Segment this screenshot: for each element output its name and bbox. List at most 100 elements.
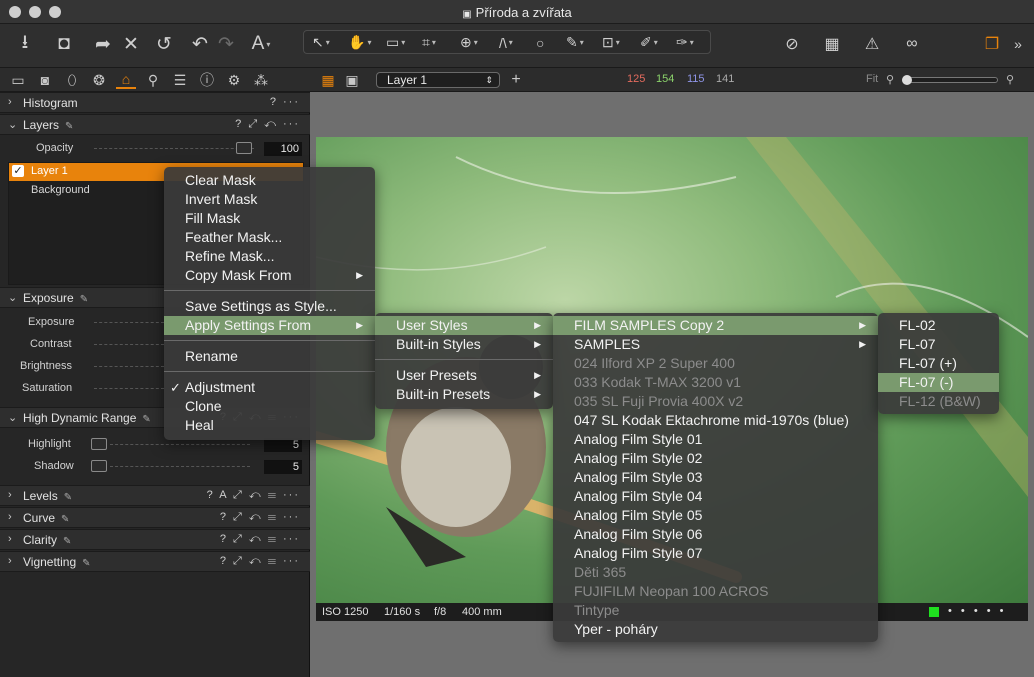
exposure-tab-icon[interactable]: ⌂ [116, 71, 136, 89]
pencil-icon[interactable]: ✎ [82, 558, 90, 569]
keystone-icon[interactable]: /\ ▾ [499, 32, 513, 53]
menu-item-style[interactable]: Analog Film Style 06 [553, 525, 878, 544]
rotate-icon[interactable]: ⊕ ▾ [460, 32, 478, 53]
settings-gear-icon[interactable]: ⚙ [224, 71, 244, 89]
single-view-icon[interactable]: ▣ [342, 71, 362, 89]
saturation-slider-track[interactable] [94, 388, 164, 389]
menu-item-copy-mask-from[interactable]: Copy Mask From ▶ [164, 266, 375, 285]
highlight-value[interactable]: 5 [264, 438, 302, 452]
redo-icon[interactable]: ↷ [212, 30, 240, 58]
pencil-icon[interactable]: ✎ [61, 514, 69, 525]
pencil-icon[interactable]: ✎ [65, 121, 73, 132]
text-tool-button[interactable]: A ▾ [247, 30, 275, 58]
edit-mask-icon[interactable]: ⊘ [778, 30, 806, 58]
menu-item-film-samples-copy-2[interactable]: FILM SAMPLES Copy 2 ▶ [553, 316, 878, 335]
reset-icon[interactable]: ↺ [150, 30, 178, 58]
menu-item-style[interactable]: Analog Film Style 01 [553, 430, 878, 449]
more-chevron-icon[interactable]: » [1008, 30, 1028, 58]
loupe-icon[interactable]: ▭ ▾ [386, 32, 405, 53]
library-tab-icon[interactable]: ▭ [8, 71, 28, 89]
zoom-slider-knob[interactable] [902, 75, 912, 85]
levels-section-header[interactable]: › Levels ✎ ? A ⤢ ↶ ☰ ··· [0, 485, 310, 506]
opacity-slider-knob[interactable] [236, 142, 252, 154]
zoom-slider[interactable] [902, 75, 998, 85]
section-action-icons[interactable]: ? ⤢ ↶ ··· [235, 118, 300, 131]
menu-item-style[interactable]: Yper - poháry [553, 620, 878, 639]
delete-icon[interactable]: ✕ [117, 30, 145, 58]
menu-item-heal[interactable]: Heal [164, 416, 375, 435]
menu-item-style[interactable]: 047 SL Kodak Ektachrome mid-1970s (blue) [553, 411, 878, 430]
menu-item-fl-07[interactable]: FL-07 [878, 335, 999, 354]
zoom-in-person-icon[interactable]: ⚲ [1006, 73, 1014, 86]
camera-icon[interactable]: ◘ [50, 30, 78, 58]
menu-item-adjustment[interactable]: ✓ Adjustment [164, 378, 375, 397]
clarity-section-header[interactable]: › Clarity ✎ ? ⤢ ↶ ☰ ··· [0, 529, 310, 550]
menu-item-clone[interactable]: Clone [164, 397, 375, 416]
eraser-icon[interactable]: ✑ ▾ [676, 32, 694, 53]
vignetting-section-header[interactable]: › Vignetting ✎ ? ⤢ ↶ ☰ ··· [0, 551, 310, 572]
menu-item-clear-mask[interactable]: Clear Mask [164, 171, 375, 190]
exposure-slider-track[interactable] [94, 322, 164, 323]
layer-select[interactable]: Layer 1 ⇕ [376, 72, 500, 88]
pointer-icon[interactable]: ↖ ▾ [312, 32, 330, 53]
menu-item-style[interactable]: Analog Film Style 02 [553, 449, 878, 468]
menu-item-fl-07-plus[interactable]: FL-07 (+) [878, 354, 999, 373]
menu-item-style[interactable]: Analog Film Style 05 [553, 506, 878, 525]
add-layer-icon[interactable]: + [506, 71, 526, 89]
opacity-value[interactable]: 100 [264, 142, 302, 156]
menu-item-fill-mask[interactable]: Fill Mask [164, 209, 375, 228]
menu-item-fl-02[interactable]: FL-02 [878, 316, 999, 335]
menu-item-save-settings-as-style[interactable]: Save Settings as Style... [164, 297, 375, 316]
menu-item-invert-mask[interactable]: Invert Mask [164, 190, 375, 209]
section-action-icons[interactable]: ? ⤢ ↶ ☰ ··· [220, 511, 300, 524]
crop-icon[interactable]: ⌗ ▾ [422, 32, 436, 53]
menu-item-fl-07-minus[interactable]: FL-07 (-) [878, 373, 999, 392]
warning-icon[interactable]: ⚠ [858, 30, 886, 58]
brush-icon[interactable]: ✎ ▾ [566, 32, 584, 53]
pencil-icon[interactable]: ✎ [64, 492, 72, 503]
section-action-icons[interactable]: ? A ⤢ ↶ ☰ ··· [207, 489, 300, 502]
color-tab-icon[interactable]: ❂ [89, 71, 109, 89]
pencil-icon[interactable]: ✎ [80, 294, 88, 305]
opacity-slider-track[interactable] [94, 148, 254, 149]
shadow-value[interactable]: 5 [264, 460, 302, 474]
batch-tab-icon[interactable]: ⁂ [251, 71, 271, 89]
menu-item-style[interactable]: Analog Film Style 03 [553, 468, 878, 487]
color-tag-badge[interactable] [929, 607, 939, 617]
brightness-slider-track[interactable] [94, 366, 164, 367]
undo-icon[interactable]: ↶ [186, 30, 214, 58]
histogram-section-header[interactable]: › Histogram ? ··· [0, 92, 310, 113]
contrast-slider-track[interactable] [94, 344, 164, 345]
curve-section-header[interactable]: › Curve ✎ ? ⤢ ↶ ☰ ··· [0, 507, 310, 528]
lens-tab-icon[interactable]: ⬯ [62, 71, 82, 89]
menu-item-user-styles[interactable]: User Styles ▶ [375, 316, 553, 335]
workspace-icon[interactable]: ❐ [978, 30, 1006, 58]
capture-tab-icon[interactable]: ◙ [35, 71, 55, 89]
annotate-icon[interactable]: ⊡ ▾ [602, 32, 620, 53]
proof-glasses-icon[interactable]: ∞ [898, 30, 926, 58]
menu-item-style[interactable]: Analog Film Style 04 [553, 487, 878, 506]
picker-icon[interactable]: ✐ ▾ [640, 32, 658, 53]
export-icon[interactable]: ➦ [89, 30, 117, 58]
pencil-icon[interactable]: ✎ [63, 536, 71, 547]
info-tab-icon[interactable]: ⓘ [197, 71, 217, 89]
grid-icon[interactable]: ▦ [818, 30, 846, 58]
zoom-out-person-icon[interactable]: ⚲ [886, 73, 894, 86]
pan-hand-icon[interactable]: ✋ ▾ [348, 32, 371, 53]
menu-item-feather-mask[interactable]: Feather Mask... [164, 228, 375, 247]
menu-item-samples[interactable]: SAMPLES ▶ [553, 335, 878, 354]
menu-item-refine-mask[interactable]: Refine Mask... [164, 247, 375, 266]
spot-removal-icon[interactable]: ○ [536, 32, 544, 53]
highlight-slider-track[interactable] [110, 444, 250, 445]
highlight-slider-knob[interactable] [91, 438, 107, 450]
menu-item-built-in-styles[interactable]: Built-in Styles ▶ [375, 335, 553, 354]
menu-item-rename[interactable]: Rename [164, 347, 375, 366]
section-action-icons[interactable]: ? ··· [270, 96, 300, 108]
layer-checkbox[interactable]: ✓ [12, 165, 24, 177]
pencil-icon[interactable]: ✎ [142, 414, 150, 425]
shadow-slider-knob[interactable] [91, 460, 107, 472]
menu-item-style[interactable]: Analog Film Style 07 [553, 544, 878, 563]
layers-section-header[interactable]: ⌄ Layers ✎ ? ⤢ ↶ ··· [0, 114, 310, 135]
menu-item-built-in-presets[interactable]: Built-in Presets ▶ [375, 385, 553, 404]
shadow-slider-track[interactable] [110, 466, 250, 467]
